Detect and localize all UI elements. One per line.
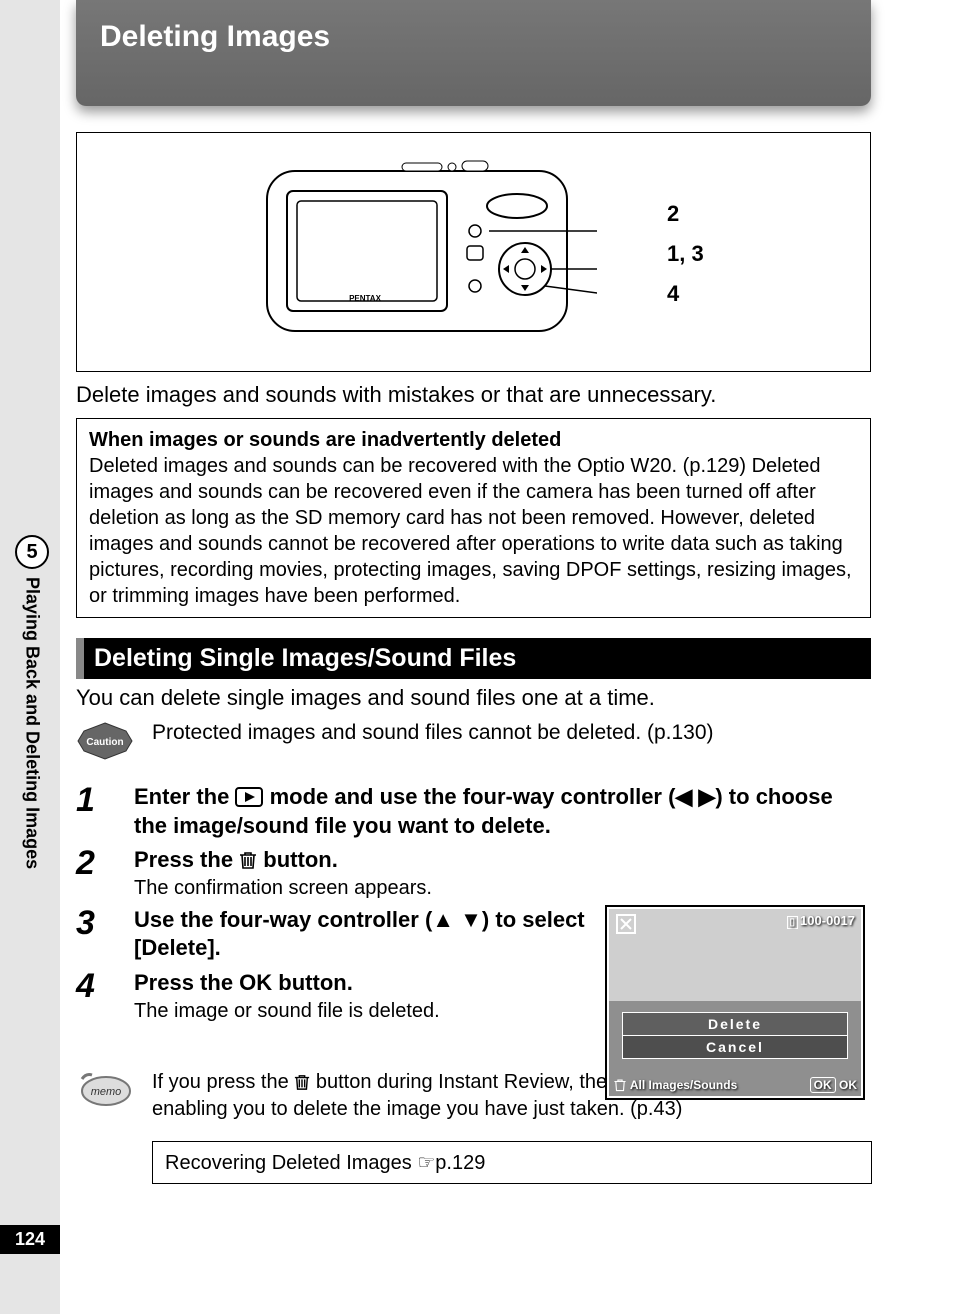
chapter-number-circle: 5 — [15, 535, 49, 569]
delete-mode-icon — [615, 913, 637, 935]
file-id: 100-0017 — [800, 913, 855, 928]
step2-sub: The confirmation screen appears. — [134, 877, 871, 900]
callout-2: 2 — [667, 201, 679, 227]
step1-pre: Enter the — [134, 784, 235, 809]
menu-delete: Delete — [623, 1013, 847, 1036]
section-intro: You can delete single images and sound f… — [76, 685, 871, 711]
camera-illustration: PENTAX — [257, 151, 597, 351]
crossref-box: Recovering Deleted Images ☞p.129 — [152, 1141, 872, 1184]
chapter-label: Playing Back and Deleting Images — [22, 577, 43, 869]
svg-text:memo: memo — [91, 1086, 122, 1098]
callout-1-3: 1, 3 — [667, 241, 704, 267]
caution-text: Protected images and sound files cannot … — [152, 721, 714, 745]
chapter-title: Deleting Images — [76, 0, 871, 106]
trash-icon — [239, 850, 257, 870]
step-2: 2 Press the button. The confirmation scr… — [76, 846, 871, 900]
info-box-body: Deleted images and sounds can be recover… — [89, 455, 852, 607]
step2-pre: Press the — [134, 847, 239, 872]
trash-icon — [613, 1078, 627, 1092]
step4-sub: The image or sound file is deleted. — [134, 1000, 596, 1023]
step-number: 3 — [76, 906, 116, 940]
side-tab: 5 Playing Back and Deleting Images — [14, 535, 50, 869]
bottom-left-label: All Images/Sounds — [630, 1078, 737, 1092]
camera-brand-text: PENTAX — [349, 294, 382, 303]
page-number: 124 — [0, 1225, 60, 1254]
ok-label: OK — [239, 970, 272, 995]
memo-icon: memo — [76, 1069, 134, 1109]
ok-badge: OK — [810, 1077, 836, 1093]
memo-pre: If you press the — [152, 1071, 294, 1093]
step3-head: Use the four-way controller (▲ ▼) to sel… — [134, 906, 596, 963]
step4-post: button. — [278, 970, 353, 995]
step2-post: button. — [263, 847, 338, 872]
camera-screen-mock: ▯100-0017 Delete Cancel All Images/Sound… — [605, 905, 865, 1100]
step4-pre: Press the — [134, 970, 239, 995]
step-4: 4 Press the OK button. The image or soun… — [76, 969, 596, 1023]
ok-text: OK — [839, 1078, 857, 1092]
caution-icon: Caution — [76, 721, 134, 761]
step-number: 1 — [76, 783, 116, 817]
step-1: 1 Enter the mode and use the four-way co… — [76, 783, 871, 840]
playback-icon — [235, 787, 263, 807]
menu-cancel: Cancel — [623, 1036, 847, 1058]
info-box: When images or sounds are inadvertently … — [76, 418, 871, 618]
section-title: Deleting Single Images/Sound Files — [76, 638, 871, 679]
step-3: 3 Use the four-way controller (▲ ▼) to s… — [76, 906, 596, 963]
step-number: 4 — [76, 969, 116, 1003]
step-number: 2 — [76, 846, 116, 880]
callout-4: 4 — [667, 281, 679, 307]
intro-text: Delete images and sounds with mistakes o… — [76, 382, 871, 408]
trash-icon — [294, 1073, 310, 1091]
camera-diagram: PENTAX 2 1, 3 4 — [76, 132, 871, 372]
svg-text:Caution: Caution — [86, 737, 123, 748]
info-box-title: When images or sounds are inadvertently … — [89, 429, 561, 451]
